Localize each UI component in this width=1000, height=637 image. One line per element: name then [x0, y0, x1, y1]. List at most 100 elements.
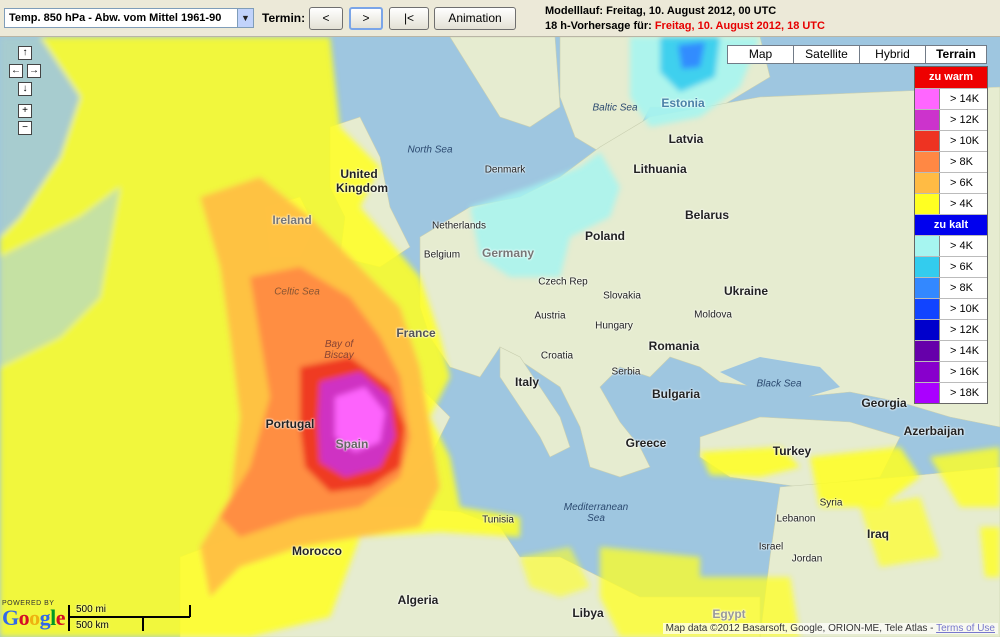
label-libya: Libya [572, 606, 604, 620]
map-type-map[interactable]: Map [727, 45, 794, 64]
pan-left-button[interactable]: ← [9, 64, 23, 78]
label-israel: Israel [758, 541, 784, 553]
legend-warm-swatch [915, 131, 940, 151]
legend-warm-row: > 10K [915, 130, 987, 151]
legend-warm-swatch [915, 110, 940, 130]
label-germany: Germany [481, 246, 535, 260]
legend-cold-row: > 4K [915, 235, 987, 256]
legend-warm-row: > 14K [915, 88, 987, 109]
label-morocco: Morocco [291, 544, 343, 558]
legend-warm-rows: > 14K > 12K > 10K > 8K > 6K > 4K [915, 88, 987, 214]
legend-warm-row: > 12K [915, 109, 987, 130]
label-portugal: Portugal [265, 417, 315, 431]
legend-cold-row: > 12K [915, 319, 987, 340]
label-netherlands: Netherlands [432, 220, 486, 232]
parameter-select[interactable]: Temp. 850 hPa - Abw. vom Mittel 1961-90 … [4, 8, 254, 28]
google-logo[interactable]: POWERED BY Google [2, 600, 66, 630]
label-denmark: Denmark [484, 164, 526, 176]
label-jordan: Jordan [791, 553, 823, 565]
legend-cold-swatch [915, 236, 940, 256]
first-button[interactable]: |< [389, 7, 429, 30]
chevron-down-icon[interactable]: ▼ [237, 9, 253, 27]
legend-warm-swatch [915, 152, 940, 172]
label-egypt: Egypt [712, 607, 746, 621]
label-belarus: Belarus [684, 208, 730, 222]
legend-cold-row: > 16K [915, 361, 987, 382]
legend-cold-rows: > 4K > 6K > 8K > 10K > 12K > 14K > 16K > 18K [915, 235, 987, 403]
label-austria: Austria [534, 310, 566, 322]
parameter-select-value: Temp. 850 hPa - Abw. vom Mittel 1961-90 [9, 12, 222, 24]
legend-warm-label: > 4K [950, 198, 973, 210]
label-hungary: Hungary [595, 320, 633, 332]
label-turkey: Turkey [772, 444, 812, 458]
map-base [0, 37, 1000, 637]
label-tunisia: Tunisia [482, 514, 514, 526]
zoom-in-button[interactable]: + [18, 104, 32, 118]
label-syria: Syria [819, 497, 843, 509]
label-latvia: Latvia [668, 132, 704, 146]
previous-button[interactable]: < [309, 7, 343, 30]
map-type-selector: Map Satellite Hybrid Terrain [727, 45, 987, 64]
copyright-data: Map data ©2012 Basarsoft, Google, ORION-… [665, 623, 937, 634]
label-spain: Spain [335, 437, 369, 451]
legend-cold-swatch [915, 299, 940, 319]
zoom-out-button[interactable]: − [18, 121, 32, 135]
legend-cold-swatch [915, 320, 940, 340]
legend-warm-label: > 10K [950, 135, 980, 147]
legend-warm-label: > 6K [950, 177, 973, 189]
legend-cold-swatch [915, 257, 940, 277]
google-wordmark: Google [2, 605, 66, 630]
legend-cold-label: > 6K [950, 261, 973, 273]
label-united: United [340, 167, 378, 181]
pan-right-button[interactable]: → [27, 64, 41, 78]
label-italy: Italy [514, 375, 540, 389]
label-estonia: Estonia [661, 96, 705, 110]
legend-cold-row: > 8K [915, 277, 987, 298]
legend-cold-swatch [915, 341, 940, 361]
map-type-terrain[interactable]: Terrain [925, 45, 987, 64]
legend-cold-header: zu kalt [915, 214, 987, 235]
pan-down-button[interactable]: ↓ [18, 82, 32, 96]
label-azerbaijan: Azerbaijan [903, 424, 965, 438]
legend-warm-label: > 12K [950, 114, 980, 126]
next-button[interactable]: > [349, 7, 383, 30]
legend-cold-swatch [915, 278, 940, 298]
termin-label: Termin: [262, 11, 306, 25]
label-serbia: Serbia [611, 366, 641, 378]
label-ukraine: Ukraine [723, 284, 769, 298]
pan-up-button[interactable]: ↑ [18, 46, 32, 60]
label-georgia: Georgia [861, 396, 907, 410]
label-slovakia: Slovakia [603, 290, 641, 302]
label-lebanon: Lebanon [776, 513, 816, 525]
legend-cold-row: > 18K [915, 382, 987, 403]
label-celtic-sea: Celtic Sea [274, 286, 320, 298]
toolbar: Temp. 850 hPa - Abw. vom Mittel 1961-90 … [0, 0, 1000, 37]
label-moldova: Moldova [694, 309, 732, 321]
scale-km: 500 km [76, 620, 109, 631]
terms-of-use-link[interactable]: Terms of Use [936, 623, 995, 634]
legend-cold-label: > 14K [950, 345, 980, 357]
label-bay-of-biscay: Bay of Biscay [324, 339, 354, 361]
legend-cold-row: > 14K [915, 340, 987, 361]
label-poland: Poland [584, 229, 626, 243]
scale-mi: 500 mi [76, 604, 107, 615]
legend-warm-label: > 8K [950, 156, 973, 168]
label-lithuania: Lithuania [633, 162, 687, 176]
legend-warm-header: zu warm [915, 67, 987, 88]
anomaly-legend: zu warm > 14K > 12K > 10K > 8K > 6K > 4K zu k… [914, 66, 988, 404]
vorhersage-prefix: 18 h-Vorhersage für: [545, 20, 655, 32]
vorhersage-text: 18 h-Vorhersage für: Freitag, 10. August… [545, 19, 825, 34]
map-scale: 500 mi 500 km [68, 603, 192, 633]
map-type-satellite[interactable]: Satellite [793, 45, 860, 64]
legend-warm-label: > 14K [950, 93, 980, 105]
animation-button[interactable]: Animation [434, 7, 516, 30]
legend-cold-label: > 10K [950, 303, 980, 315]
label-france: France [396, 326, 436, 340]
label-baltic-sea: Baltic Sea [592, 102, 638, 114]
legend-warm-row: > 6K [915, 172, 987, 193]
map-type-hybrid[interactable]: Hybrid [859, 45, 926, 64]
label-romania: Romania [648, 339, 700, 353]
map-canvas[interactable]: United Kingdom Ireland France Portugal S… [0, 37, 1000, 637]
legend-cold-swatch [915, 362, 940, 382]
label-bulgaria: Bulgaria [651, 387, 701, 401]
